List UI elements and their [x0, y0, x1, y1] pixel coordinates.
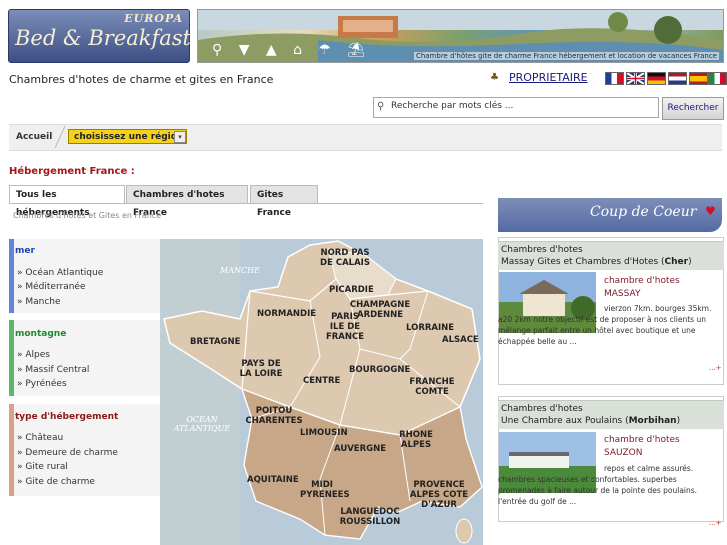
listing-type: Chambres d'hotes: [501, 245, 583, 255]
coup-de-coeur-title: Coup de Coeur: [590, 204, 697, 220]
sidebar-item-label: Gite rural: [25, 462, 68, 472]
tab-chambres[interactable]: Chambres d'hotes France: [126, 185, 248, 218]
listing-type: Chambres d'hotes: [501, 404, 583, 414]
region-label[interactable]: LIMOUSIN: [300, 428, 348, 438]
chevron-down-icon[interactable]: ▾: [174, 131, 186, 143]
region-label[interactable]: BRETAGNE: [190, 337, 240, 347]
sidebar-item-label: Méditerranée: [25, 282, 86, 292]
sidebar-item[interactable]: » Manche: [17, 297, 61, 307]
section-title: Hébergement France :: [9, 166, 135, 177]
listing-description: vierzon 7km. bourges 35km. a20 2km notre…: [498, 304, 712, 346]
heart-icon: ♥: [705, 204, 716, 218]
header-banner: ⚲ ▼ ▲ ⌂ ☂ ⛱ Chambre d'hôtes gite de char…: [197, 9, 724, 63]
sidebar-item-label: Pyrénées: [25, 379, 67, 389]
france-map[interactable]: MANCHE OCEAN ATLANTIQUE NORD PAS DE CALA…: [160, 239, 483, 545]
sidebar-title-montagne[interactable]: montagne: [15, 329, 66, 339]
listing-header[interactable]: Chambres d'hotes Une Chambre aux Poulain…: [498, 400, 724, 429]
sidebar-item-label: Château: [25, 433, 64, 443]
breadcrumb-separator: [54, 126, 66, 148]
listing-header[interactable]: Chambres d'hotes Massay Gites et Chambre…: [498, 241, 724, 270]
region-label[interactable]: LORRAINE: [406, 323, 454, 333]
sidebar-item-label: Alpes: [25, 350, 50, 360]
listing-category[interactable]: chambre d'hotes: [604, 435, 680, 445]
sidebar-item[interactable]: » Alpes: [17, 350, 50, 360]
region-label[interactable]: PAYS DE LA LOIRE: [238, 359, 284, 379]
region-label[interactable]: NORD PAS DE CALAIS: [315, 248, 375, 268]
it-flag[interactable]: [708, 72, 727, 85]
region-label[interactable]: CENTRE: [303, 376, 340, 386]
nl-flag[interactable]: [668, 72, 687, 85]
search-placeholder: Recherche par mots clés ...: [391, 101, 514, 111]
read-more-link[interactable]: ...+: [709, 364, 722, 372]
sidebar-item[interactable]: » Demeure de charme: [17, 448, 118, 458]
listing-description: repos et calme assurés. chambres spacieu…: [498, 464, 698, 506]
search-icon: ⚲: [377, 101, 385, 112]
sidebar-item[interactable]: » Massif Central: [17, 365, 89, 375]
region-label[interactable]: AQUITAINE: [247, 475, 299, 485]
sidebar-item-label: Manche: [25, 297, 61, 307]
region-label[interactable]: BOURGOGNE: [349, 365, 410, 375]
region-label[interactable]: MIDI PYRENEES: [300, 480, 350, 500]
listing-category[interactable]: chambre d'hotes: [604, 276, 680, 286]
sidebar-item-label: Massif Central: [25, 365, 90, 375]
listing-title: Une Chambre aux Poulains (Morbihan): [501, 416, 681, 426]
region-label[interactable]: RHONE ALPES: [396, 430, 436, 450]
sidebar-item[interactable]: » Océan Atlantique: [17, 268, 103, 278]
es-flag[interactable]: [689, 72, 708, 85]
sea-label: MANCHE: [220, 266, 260, 275]
tab-gites[interactable]: Gites France: [250, 185, 318, 218]
site-logo[interactable]: EUROPA Bed & Breakfast: [8, 9, 191, 63]
logo-brand: Bed & Breakfast: [15, 26, 191, 50]
sidebar-title-type[interactable]: type d'hébergement: [15, 412, 118, 422]
region-label[interactable]: NORMANDIE: [257, 309, 316, 319]
activity-icons: ⚲ ▼ ▲ ⌂ ☂ ⛱: [212, 42, 372, 58]
region-label[interactable]: PARIS ILE DE FRANCE: [325, 312, 365, 342]
sidebar-item[interactable]: » Méditerranée: [17, 282, 86, 292]
sidebar-item[interactable]: » Pyrénées: [17, 379, 67, 389]
owner-icon: ♣: [490, 72, 499, 83]
sidebar-item[interactable]: » Gite rural: [17, 462, 68, 472]
breadcrumb-home[interactable]: Accueil: [16, 132, 52, 142]
logo-europa: EUROPA: [124, 12, 183, 25]
page-subtitle: Chambres d'hôtes et Gites en France: [13, 211, 162, 220]
region-label[interactable]: LANGUEDOC ROUSSILLON: [332, 507, 408, 527]
region-select[interactable]: choisissez une région: [68, 129, 187, 144]
tab-all[interactable]: Tous les hébergements: [9, 185, 125, 218]
region-label[interactable]: PICARDIE: [329, 285, 374, 295]
tab-divider: [9, 203, 483, 204]
banner-caption: Chambre d'hôtes gite de charme France hé…: [413, 52, 719, 60]
sidebar-item[interactable]: » Château: [17, 433, 63, 443]
sidebar-item-label: Gite de charme: [25, 477, 95, 487]
listing-title: Massay Gites et Chambres d'Hotes (Cher): [501, 257, 692, 267]
listing-town[interactable]: MASSAY: [604, 289, 640, 299]
sidebar-item-label: Océan Atlantique: [25, 268, 104, 278]
sidebar-title-mer[interactable]: mer: [15, 246, 35, 256]
site-tagline: Chambres d'hotes de charme et gites en F…: [9, 73, 274, 86]
read-more-link[interactable]: ...+: [709, 519, 722, 527]
fr-flag[interactable]: [605, 72, 624, 85]
region-label[interactable]: AUVERGNE: [334, 444, 386, 454]
uk-flag[interactable]: [626, 72, 645, 85]
sidebar-item-label: Demeure de charme: [25, 448, 118, 458]
listing-town[interactable]: SAUZON: [604, 448, 642, 458]
region-label[interactable]: FRANCHE COMTE: [406, 377, 458, 397]
de-flag[interactable]: [647, 72, 666, 85]
owner-link[interactable]: PROPRIETAIRE: [509, 71, 588, 84]
sea-label: OCEAN ATLANTIQUE: [173, 415, 231, 433]
region-label[interactable]: POITOU CHARENTES: [244, 406, 304, 426]
sidebar-item[interactable]: » Gite de charme: [17, 477, 95, 487]
region-label[interactable]: PROVENCE ALPES COTE D'AZUR: [404, 480, 474, 510]
search-button[interactable]: Rechercher: [662, 97, 724, 120]
region-label[interactable]: ALSACE: [442, 335, 479, 345]
